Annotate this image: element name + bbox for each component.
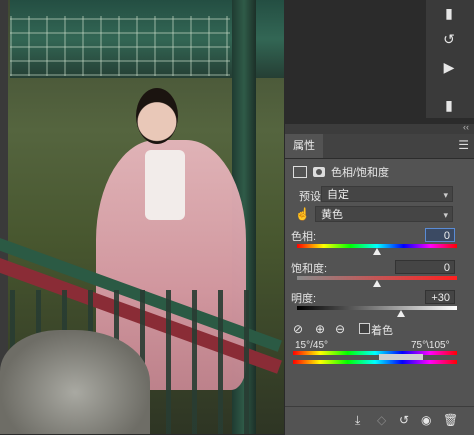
view-previous-icon[interactable]: ◇ bbox=[377, 413, 386, 427]
hand-tool-icon[interactable]: ☝ bbox=[295, 207, 310, 221]
range-right-value: 75°\105° bbox=[411, 340, 450, 351]
hue-label: 色相: bbox=[291, 231, 317, 243]
mask-icon[interactable] bbox=[313, 167, 325, 177]
adjustment-title: 色相/饱和度 bbox=[331, 167, 390, 179]
lightness-slider-thumb[interactable] bbox=[397, 310, 405, 317]
eyedropper-subtract-icon[interactable]: ⊖ bbox=[335, 322, 347, 336]
figure-head bbox=[136, 88, 178, 144]
photo-canvas bbox=[0, 0, 284, 434]
panel-topbar: ‹‹ bbox=[285, 122, 474, 134]
collapse-icon[interactable]: ‹‹ bbox=[463, 122, 469, 132]
saturation-slider-thumb[interactable] bbox=[373, 280, 381, 287]
saturation-input[interactable]: 0 bbox=[395, 260, 455, 274]
rotate-icon[interactable]: ↺ bbox=[434, 26, 464, 52]
visibility-eye-icon[interactable]: ◉ bbox=[421, 413, 431, 427]
colorize-label: 着色 bbox=[371, 325, 393, 337]
panel-tabs: 属性 ☰ bbox=[285, 134, 474, 159]
play-icon[interactable]: ▶ bbox=[434, 54, 464, 80]
lightness-label: 明度: bbox=[291, 293, 317, 305]
lightness-input[interactable]: +30 bbox=[425, 290, 455, 304]
range-bar-top bbox=[293, 351, 457, 355]
properties-panel: ‹‹ 属性 ☰ 色相/饱和度 预设: 自定 ▾ ☝ 黄色 ▾ 色相: 0 饱和度… bbox=[284, 122, 474, 435]
channel-dropdown[interactable]: 黄色 ▾ bbox=[315, 206, 453, 222]
range-bar-bottom bbox=[293, 360, 457, 364]
figure-shirt bbox=[145, 150, 185, 220]
channel-value: 黄色 bbox=[321, 209, 343, 221]
preset-dropdown[interactable]: 自定 ▾ bbox=[321, 186, 453, 202]
eyedropper-icon[interactable]: ⊘ bbox=[293, 322, 305, 336]
adjustment-header: 色相/饱和度 bbox=[293, 162, 389, 182]
lightness-slider-track[interactable] bbox=[297, 306, 457, 310]
adjust-icon[interactable]: ▮ bbox=[434, 0, 464, 26]
panel-bottombar: ⤓ ◇ ↺ ◉ 🗑 bbox=[285, 406, 474, 435]
saturation-label: 饱和度: bbox=[291, 263, 328, 275]
chevron-down-icon: ▾ bbox=[443, 210, 448, 220]
tab-properties[interactable]: 属性 bbox=[285, 134, 323, 158]
chevron-down-icon: ▾ bbox=[443, 190, 448, 200]
preset-value: 自定 bbox=[327, 189, 349, 201]
garden-rock bbox=[0, 330, 150, 434]
panel-menu-icon[interactable]: ☰ bbox=[458, 138, 469, 152]
hue-input[interactable]: 0 bbox=[425, 228, 455, 242]
right-toolstrip: ▮ ↺ ▶ ▮ bbox=[426, 0, 474, 118]
range-left-value: 15°/45° bbox=[295, 340, 329, 351]
window-lattice bbox=[10, 16, 230, 76]
clip-to-layer-icon[interactable]: ⤓ bbox=[355, 413, 360, 428]
delete-trash-icon[interactable]: 🗑 bbox=[443, 413, 458, 427]
more-icon[interactable]: ▮ bbox=[434, 92, 464, 118]
adjustment-layer-icon bbox=[293, 166, 307, 178]
colorize-checkbox[interactable] bbox=[359, 323, 370, 334]
eyedropper-add-icon[interactable]: ⊕ bbox=[315, 322, 327, 336]
hue-slider-thumb[interactable] bbox=[373, 248, 381, 255]
reset-icon[interactable]: ↺ bbox=[399, 413, 409, 427]
